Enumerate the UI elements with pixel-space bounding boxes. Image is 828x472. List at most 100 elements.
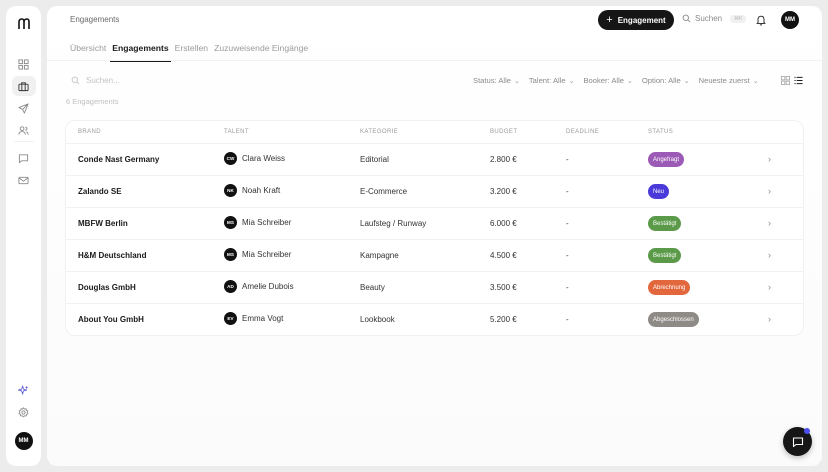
column-status[interactable]: STATUS (648, 129, 673, 135)
deadline-cell: - (566, 187, 569, 196)
tab-overview[interactable]: Übersicht (68, 42, 108, 62)
budget-cell: 3.500 € (490, 283, 517, 292)
table-row[interactable]: About You GmbH EV Emma Vogt Lookbook 5.20… (66, 303, 803, 335)
chevron-down-icon: ⌄ (752, 77, 759, 85)
chevron-right-icon[interactable]: › (768, 282, 771, 292)
category-cell: Editorial (360, 155, 389, 164)
engagement-search-input[interactable]: Suchen... (86, 76, 120, 85)
status-badge: Abgeschlossen (648, 312, 699, 327)
chevron-right-icon[interactable]: › (768, 218, 771, 228)
nav-mail[interactable] (12, 170, 36, 190)
talent-avatar: EV (224, 312, 237, 325)
topbar: Engagements + Engagement Suchen ⌘K MM (47, 6, 822, 34)
column-talent[interactable]: TALENT (224, 129, 249, 135)
chevron-right-icon[interactable]: › (768, 250, 771, 260)
brand-cell: H&M Deutschland (78, 251, 147, 260)
budget-cell: 6.000 € (490, 219, 517, 228)
talent-name: Mia Schreiber (242, 250, 292, 259)
sort-label: Neueste zuerst (698, 76, 750, 85)
category-cell: Lookbook (360, 315, 395, 324)
chevron-right-icon[interactable]: › (768, 186, 771, 196)
bell-icon[interactable] (755, 14, 767, 26)
chevron-right-icon[interactable]: › (768, 314, 771, 324)
notification-dot (804, 428, 810, 434)
category-cell: Kampagne (360, 251, 399, 260)
deadline-cell: - (566, 283, 569, 292)
column-category[interactable]: KATEGORIE (360, 129, 398, 135)
filter-talent-label: Talent: Alle (528, 76, 566, 85)
chevron-right-icon[interactable]: › (768, 154, 771, 164)
global-search[interactable]: Suchen ⌘K (682, 14, 747, 23)
new-engagement-button[interactable]: + Engagement (598, 10, 674, 30)
talent-cell: MS Mia Schreiber (224, 248, 291, 261)
filter-talent[interactable]: Talent: Alle ⌄ (529, 76, 575, 85)
tab-engagements[interactable]: Engagements (110, 42, 171, 62)
sidebar-avatar[interactable]: MM (14, 432, 33, 450)
brand-cell: Douglas GmbH (78, 283, 136, 292)
nav-ai-assistant[interactable] (12, 380, 36, 400)
column-deadline[interactable]: DEADLINE (566, 129, 599, 135)
tab-create[interactable]: Erstellen (173, 42, 210, 62)
filter-option-label: Option: Alle (641, 76, 681, 85)
chevron-down-icon: ⌄ (627, 77, 633, 85)
filter-option[interactable]: Option: Alle ⌄ (642, 76, 690, 85)
status-badge: Angefragt (648, 152, 685, 167)
tab-incoming[interactable]: Zuzuweisende Eingänge (212, 42, 310, 62)
budget-cell: 3.200 € (490, 187, 517, 196)
grid-icon (18, 58, 29, 70)
budget-cell: 2.800 € (490, 155, 517, 164)
nav-settings[interactable] (12, 402, 36, 422)
chevron-down-icon: ⌄ (568, 77, 575, 85)
budget-cell: 5.200 € (490, 315, 517, 324)
talent-name: Mia Schreiber (242, 218, 292, 227)
column-brand[interactable]: BRAND (78, 129, 101, 135)
engagement-count: 6 Engagements (66, 97, 119, 106)
list-view-icon[interactable] (794, 76, 803, 85)
breadcrumb: Engagements (70, 15, 120, 24)
talent-name: Emma Vogt (242, 314, 284, 323)
table-row[interactable]: H&M Deutschland MS Mia Schreiber Kampagne… (66, 239, 803, 271)
table-row[interactable]: Douglas GmbH AD Amelie Dubois Beauty 3.50… (66, 271, 803, 303)
table-row[interactable]: Zalando SE NK Noah Kraft E-Commerce 3.200… (66, 175, 803, 207)
chat-bubble-icon (792, 436, 803, 447)
talent-avatar: CW (224, 152, 237, 165)
column-budget[interactable]: BUDGET (490, 129, 517, 135)
search-icon (71, 76, 80, 85)
grid-view-icon[interactable] (781, 76, 790, 85)
nav-send[interactable] (12, 98, 36, 118)
filter-booker[interactable]: Booker: Alle ⌄ (583, 76, 632, 85)
nav-dashboard[interactable] (12, 54, 36, 74)
nav-messages[interactable] (12, 148, 36, 168)
brand-cell: About You GmbH (78, 315, 144, 324)
engagement-search[interactable]: Suchen... (71, 76, 120, 85)
brand-cell: Zalando SE (78, 187, 122, 196)
talent-name: Clara Weiss (242, 154, 285, 163)
status-badge: Abrechnung (648, 280, 691, 295)
sort-select[interactable]: Neueste zuerst ⌄ (699, 76, 759, 85)
search-shortcut: ⌘K (730, 14, 747, 23)
deadline-cell: - (566, 315, 569, 324)
nav-talents[interactable] (12, 120, 36, 140)
status-badge: Bestätigt (648, 216, 682, 231)
chevron-down-icon: ⌄ (683, 77, 690, 85)
table-row[interactable]: Conde Nast Germany CW Clara Weiss Editori… (66, 143, 803, 175)
category-cell: E-Commerce (360, 187, 408, 196)
category-cell: Beauty (360, 283, 385, 292)
nav-engagements[interactable] (11, 76, 36, 96)
talent-cell: EV Emma Vogt (224, 312, 283, 325)
deadline-cell: - (566, 155, 569, 164)
gear-icon (18, 406, 29, 417)
talent-cell: AD Amelie Dubois (224, 280, 294, 293)
global-search-label: Suchen (695, 14, 723, 23)
table-row[interactable]: MBFW Berlin MS Mia Schreiber Laufsteg / R… (66, 207, 803, 239)
user-avatar[interactable]: MM (781, 11, 799, 29)
new-engagement-label: Engagement (617, 15, 666, 25)
tab-bar: Übersicht Engagements Erstellen Zuzuweis… (68, 42, 312, 62)
users-icon (18, 125, 29, 135)
logo-icon[interactable] (17, 17, 31, 31)
talent-cell: NK Noah Kraft (224, 184, 280, 197)
deadline-cell: - (566, 251, 569, 260)
category-cell: Laufsteg / Runway (360, 219, 427, 228)
brand-cell: MBFW Berlin (78, 219, 128, 228)
filter-status[interactable]: Status: Alle ⌄ (473, 76, 520, 85)
